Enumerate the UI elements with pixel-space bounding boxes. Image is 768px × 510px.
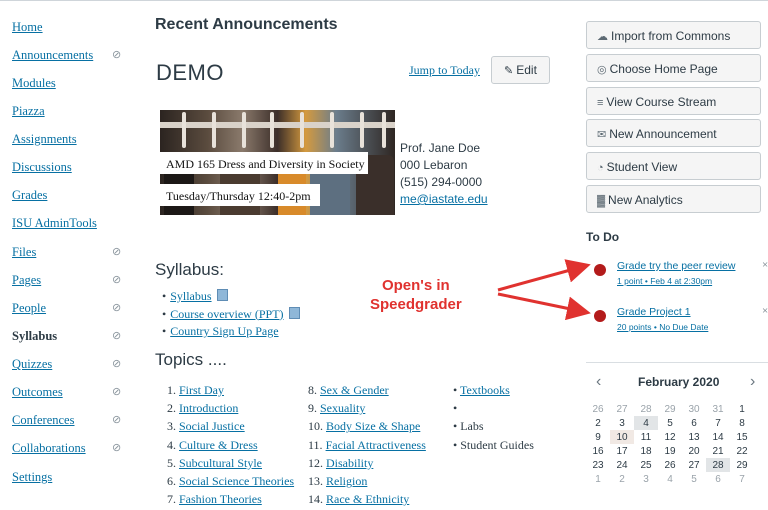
todo-item: Grade Project 1 20 points • No Due Date × — [594, 305, 768, 340]
course-actions-sidebar: ☁ Import from Commons ◎ Choose Home Page ≡ Vi… — [586, 0, 768, 510]
home-page-icon: ◎ — [597, 64, 607, 76]
calendar-day[interactable]: 7 — [706, 416, 730, 430]
annotation-line-1: Open's in — [381, 277, 450, 294]
analytics-icon: ▓ — [597, 195, 606, 207]
import-from-commons-button[interactable]: ☁ Import from Commons — [586, 21, 761, 49]
button-label: Choose Home Page — [609, 62, 718, 76]
calendar-day[interactable]: 2 — [610, 472, 634, 486]
todo-meta[interactable]: 20 points • No Due Date — [617, 322, 708, 332]
calendar-week: 1234567 — [586, 472, 754, 486]
todo-title-link[interactable]: Grade Project 1 — [617, 306, 691, 318]
close-icon[interactable]: × — [762, 305, 768, 317]
calendar-day[interactable]: 3 — [610, 416, 634, 430]
student-view-button[interactable]: ◔ Student View — [586, 152, 761, 180]
calendar-day[interactable]: 17 — [610, 444, 634, 458]
speedgrader-annotation: Open's in Speedgrader — [370, 276, 462, 314]
calendar-day[interactable]: 26 — [586, 402, 610, 416]
calendar-day[interactable]: 6 — [706, 472, 730, 486]
calendar-day[interactable]: 16 — [586, 444, 610, 458]
annotation-line-2: Speedgrader — [370, 296, 462, 313]
calendar-day[interactable]: 3 — [634, 472, 658, 486]
calendar-day[interactable]: 25 — [634, 458, 658, 472]
calendar-day[interactable]: 18 — [634, 444, 658, 458]
calendar-day[interactable]: 5 — [658, 416, 682, 430]
calendar-day[interactable]: 10 — [610, 430, 634, 444]
commons-icon: ☁ — [597, 31, 608, 43]
calendar-day[interactable]: 15 — [730, 430, 754, 444]
calendar-next-icon[interactable]: › — [750, 373, 755, 391]
calendar-day[interactable]: 7 — [730, 472, 754, 486]
todo-heading: To Do — [586, 230, 620, 244]
calendar-week: 16 17 18 19 20 21 22 — [586, 444, 754, 458]
todo-meta[interactable]: 1 point • Feb 4 at 2:30pm — [617, 276, 712, 286]
calendar-day[interactable]: 14 — [706, 430, 730, 444]
calendar-day[interactable]: 24 — [610, 458, 634, 472]
calendar-day[interactable]: 29 — [658, 402, 682, 416]
todo-count-badge — [594, 264, 606, 276]
button-label: Import from Commons — [611, 29, 731, 43]
calendar-day[interactable]: 1 — [586, 472, 610, 486]
calendar-day[interactable]: 27 — [610, 402, 634, 416]
new-analytics-button[interactable]: ▓ New Analytics — [586, 185, 761, 213]
calendar-day[interactable]: 27 — [682, 458, 706, 472]
calendar-week: 26 27 28 29 30 31 1 — [586, 402, 754, 416]
button-label: View Course Stream — [606, 95, 717, 109]
stream-icon: ≡ — [597, 97, 604, 109]
calendar-day[interactable]: 4 — [634, 416, 658, 430]
calendar-day[interactable]: 13 — [682, 430, 706, 444]
calendar-day[interactable]: 2 — [586, 416, 610, 430]
button-label: New Analytics — [608, 193, 683, 207]
calendar-day[interactable]: 8 — [730, 416, 754, 430]
calendar-day[interactable]: 1 — [730, 402, 754, 416]
calendar-day[interactable]: 12 — [658, 430, 682, 444]
calendar-day[interactable]: 9 — [586, 430, 610, 444]
announcement-icon: ✉ — [597, 129, 607, 141]
student-view-icon: ◔ — [597, 162, 604, 174]
calendar-day[interactable]: 19 — [658, 444, 682, 458]
calendar-day[interactable]: 28 — [634, 402, 658, 416]
todo-title-link[interactable]: Grade try the peer review — [617, 260, 735, 272]
new-announcement-button[interactable]: ✉ New Announcement — [586, 119, 761, 147]
calendar-prev-icon[interactable]: ‹ — [596, 373, 601, 391]
arrow-to-todo-1 — [497, 259, 591, 292]
close-icon[interactable]: × — [762, 259, 768, 271]
todo-item: Grade try the peer review 1 point • Feb 4… — [594, 259, 768, 294]
calendar-day[interactable]: 22 — [730, 444, 754, 458]
button-label: New Announcement — [609, 127, 717, 141]
choose-home-page-button[interactable]: ◎ Choose Home Page — [586, 54, 761, 82]
calendar-day[interactable]: 5 — [682, 472, 706, 486]
calendar-day[interactable]: 28 — [706, 458, 730, 472]
calendar-day[interactable]: 11 — [634, 430, 658, 444]
calendar-day[interactable]: 26 — [658, 458, 682, 472]
calendar-week: 9 10 11 12 13 14 15 — [586, 430, 754, 444]
calendar-day[interactable]: 6 — [682, 416, 706, 430]
calendar-week: 2345678 — [586, 416, 754, 430]
calendar-day[interactable]: 20 — [682, 444, 706, 458]
view-course-stream-button[interactable]: ≡ View Course Stream — [586, 87, 761, 115]
arrow-to-todo-2 — [497, 292, 591, 321]
calendar-day[interactable]: 29 — [730, 458, 754, 472]
calendar-day[interactable]: 30 — [682, 402, 706, 416]
calendar-grid: 26 27 28 29 30 31 1 2 3 4 5 6 7 8 9 10 11 12 13 14 15 16 17 18 1… — [586, 402, 754, 486]
todo-count-badge — [594, 310, 606, 322]
button-label: Student View — [606, 160, 678, 174]
calendar-day[interactable]: 21 — [706, 444, 730, 458]
calendar-day[interactable]: 31 — [706, 402, 730, 416]
mini-calendar: ‹ February 2020 › 26 27 28 29 30 31 1 2 3 4 5 6 7 8 9 1… — [586, 362, 768, 503]
calendar-week: 23 24 25 26 27 28 29 — [586, 458, 754, 472]
calendar-day[interactable]: 23 — [586, 458, 610, 472]
calendar-month: February 2020 — [638, 375, 720, 389]
calendar-day[interactable]: 4 — [658, 472, 682, 486]
